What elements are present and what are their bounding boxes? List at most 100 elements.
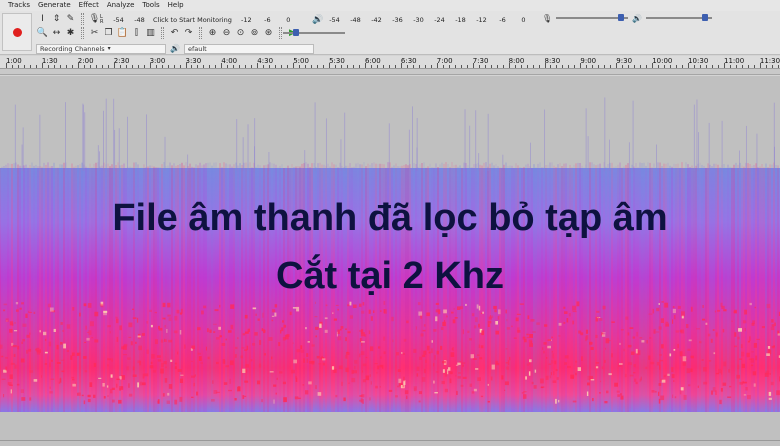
undo-icon[interactable]: ↶ xyxy=(169,28,180,39)
redo-icon[interactable]: ↷ xyxy=(183,28,194,39)
record-meter-ticks: -54 -48 xyxy=(108,16,150,24)
ruler-tick xyxy=(688,63,690,68)
speaker-icon: 🔊 xyxy=(312,15,324,25)
paste-icon[interactable]: 📋 xyxy=(117,28,128,39)
playback-meter-ticks: -54 -48 -42 -36 -30 -24 -18 -12 -6 0 xyxy=(324,16,534,24)
ruler-tick xyxy=(6,63,7,68)
ruler-tick xyxy=(712,65,714,68)
play-speed-slider[interactable] xyxy=(283,28,349,38)
ruler-tick xyxy=(143,65,145,68)
envelope-tool-icon[interactable]: ⇕ xyxy=(51,14,62,25)
timeline-scrub-bar[interactable] xyxy=(0,69,780,75)
playback-meter-tick: -48 xyxy=(350,16,361,24)
ruler-label: 3:30 xyxy=(185,57,202,65)
ruler-tick xyxy=(359,65,361,68)
record-meter[interactable]: L R -54 -48 Click to Start Monitoring -12… xyxy=(100,14,305,26)
ruler-tick xyxy=(442,65,444,68)
toolbar-grip[interactable] xyxy=(81,27,84,39)
ruler-tick xyxy=(233,65,235,68)
playback-meter-tick: -24 xyxy=(434,16,445,24)
zoom-tool-icon[interactable]: 🔍 xyxy=(37,28,48,39)
ruler-tick xyxy=(640,65,642,68)
ruler-tick xyxy=(89,65,91,68)
ruler-tick xyxy=(394,65,396,68)
ruler-tick xyxy=(388,65,390,68)
timeshift-tool-icon[interactable]: ↔ xyxy=(51,28,62,39)
ruler-label: 9:00 xyxy=(580,57,597,65)
recording-volume-thumb[interactable] xyxy=(618,14,624,21)
output-device-select[interactable]: efault xyxy=(183,43,314,54)
selection-tool-icon[interactable]: I xyxy=(37,14,48,25)
ruler-tick xyxy=(430,65,432,68)
ruler-tick xyxy=(400,63,402,68)
draw-tool-icon[interactable]: ✎ xyxy=(65,14,76,25)
ruler-tick xyxy=(275,65,277,68)
ruler-tick xyxy=(759,63,761,68)
cut-icon[interactable]: ✂ xyxy=(89,28,100,39)
record-meter-tick: -54 xyxy=(113,16,124,24)
menu-item-help[interactable]: Help xyxy=(168,0,184,11)
menu-item-generate[interactable]: Generate xyxy=(38,0,71,11)
timeline-ruler[interactable]: 1:00 1:30 2:00 2:30 3:00 3:30 4:00 4:30 5:00 5:30… xyxy=(0,56,780,69)
toolbar-grip[interactable] xyxy=(81,13,84,25)
ruler-tick xyxy=(179,65,181,68)
ruler-label: 1:30 xyxy=(41,57,58,65)
fit-project-icon[interactable]: ⊚ xyxy=(249,28,260,39)
toolbar-grip[interactable] xyxy=(161,27,164,39)
track-bottom-strip xyxy=(0,440,780,446)
copy-icon[interactable]: ❐ xyxy=(103,28,114,39)
ruler-tick xyxy=(622,65,624,68)
ruler-tick xyxy=(472,63,474,68)
playback-meter-tick: -18 xyxy=(455,16,466,24)
ruler-tick xyxy=(735,65,737,68)
ruler-tick xyxy=(646,65,648,68)
ruler-tick xyxy=(353,65,355,68)
playback-meter-tick: -6 xyxy=(499,16,506,24)
ruler-tick xyxy=(724,63,725,68)
microphone-icon[interactable]: 🎙 xyxy=(89,14,100,25)
ruler-tick xyxy=(305,65,307,68)
microphone-icon: 🎙 xyxy=(542,13,553,23)
record-meter-prompt[interactable]: Click to Start Monitoring xyxy=(153,16,232,24)
ruler-tick xyxy=(167,65,169,68)
ruler-tick xyxy=(317,65,319,68)
menu-bar: Tracks Generate Effect Analyze Tools Help xyxy=(0,0,780,11)
menu-item-tracks[interactable]: Tracks xyxy=(8,0,30,11)
trim-icon[interactable]: ⫿ xyxy=(131,28,142,39)
silence-icon[interactable]: ▥ xyxy=(145,28,156,39)
ruler-tick xyxy=(107,65,109,68)
playback-volume-thumb[interactable] xyxy=(702,14,708,21)
record-meter-ticks-after: -12 -6 0 xyxy=(236,16,299,24)
ruler-tick xyxy=(131,65,133,68)
ruler-tick xyxy=(227,65,229,68)
fit-selection-icon[interactable]: ⊙ xyxy=(235,28,246,39)
ruler-tick xyxy=(77,63,79,68)
menu-item-effect[interactable]: Effect xyxy=(79,0,99,11)
ruler-tick xyxy=(502,65,504,68)
multi-tool-icon[interactable]: ✱ xyxy=(65,28,76,39)
ruler-tick xyxy=(706,65,708,68)
ruler-tick xyxy=(23,65,25,68)
ruler-tick xyxy=(682,65,684,68)
record-button[interactable] xyxy=(2,13,32,51)
ruler-tick xyxy=(95,65,97,68)
ruler-tick xyxy=(694,65,696,68)
zoom-in-icon[interactable]: ⊕ xyxy=(207,28,218,39)
zoom-out-icon[interactable]: ⊖ xyxy=(221,28,232,39)
playback-volume-slider[interactable]: 🔊 xyxy=(632,13,742,23)
toolbar-grip[interactable] xyxy=(279,27,282,39)
toolbar-grip[interactable] xyxy=(199,27,202,39)
playback-meter[interactable]: 🔊 -54 -48 -42 -36 -30 -24 -18 -12 -6 0 xyxy=(312,14,534,26)
ruler-tick xyxy=(460,65,462,68)
recording-volume-slider[interactable]: 🎙 xyxy=(542,13,637,23)
menu-item-analyze[interactable]: Analyze xyxy=(107,0,135,11)
menu-item-tools[interactable]: Tools xyxy=(142,0,159,11)
recording-channels-select[interactable]: Recording Channels ▾ xyxy=(36,43,166,54)
ruler-tick xyxy=(239,65,241,68)
ruler-tick xyxy=(466,65,468,68)
ruler-label: 7:00 xyxy=(436,57,453,65)
ruler-label: 10:00 xyxy=(652,57,673,65)
zoom-toggle-icon[interactable]: ⊛ xyxy=(263,28,274,39)
play-speed-slider-thumb[interactable] xyxy=(293,29,299,36)
ruler-tick xyxy=(610,65,612,68)
